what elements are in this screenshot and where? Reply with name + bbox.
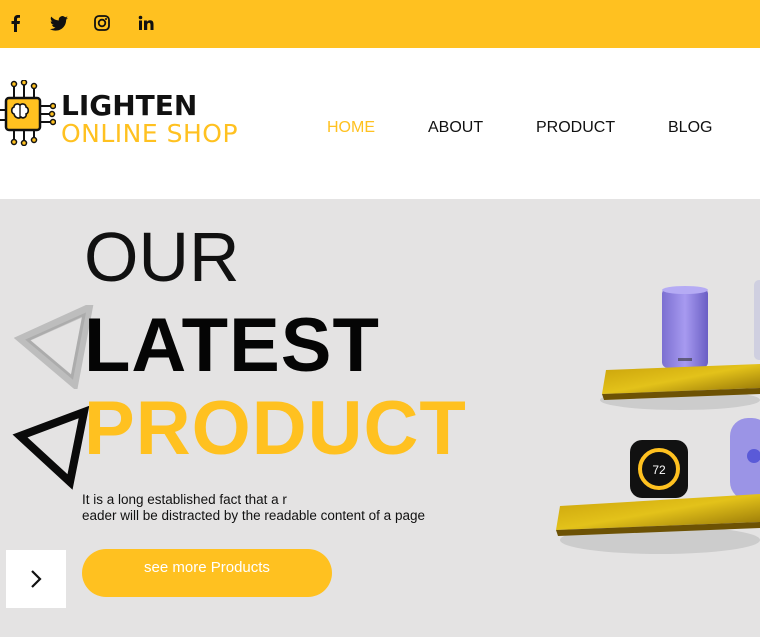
nav-blog[interactable]: BLOG — [668, 120, 712, 136]
nav-home[interactable]: HOME — [327, 120, 375, 136]
black-triangle-decoration-icon — [12, 406, 90, 490]
smart-devices-shelf-image: 72 — [556, 280, 760, 554]
hero-description-line-1: It is a long established fact that a r — [82, 492, 287, 507]
chevron-right-icon — [31, 570, 42, 588]
nav-product[interactable]: PRODUCT — [536, 120, 615, 136]
linkedin-icon[interactable] — [135, 12, 157, 34]
social-bar — [0, 0, 760, 48]
gray-triangle-decoration-icon — [14, 305, 94, 389]
brand-name: LIGHTEN — [61, 89, 198, 122]
chip-brain-logo-icon[interactable] — [0, 79, 57, 147]
slider-next-button[interactable] — [6, 550, 66, 608]
nav-about[interactable]: ABOUT — [428, 120, 483, 136]
facebook-icon[interactable] — [4, 12, 26, 34]
hero-heading-line-3: PRODUCT — [84, 386, 467, 471]
thermostat-reading: 72 — [652, 463, 666, 477]
hero-description-line-2: eader will be distracted by the readable… — [82, 508, 425, 523]
hero-description: It is a long established fact that a r e… — [82, 492, 425, 524]
hero-heading-line-2: LATEST — [84, 303, 380, 388]
brand-tagline: ONLINE SHOP — [61, 119, 239, 148]
hero-heading-line-1: OUR — [84, 218, 240, 296]
see-more-products-button[interactable]: see more Products — [82, 549, 332, 597]
twitter-icon[interactable] — [48, 12, 70, 34]
instagram-icon[interactable] — [91, 12, 113, 34]
